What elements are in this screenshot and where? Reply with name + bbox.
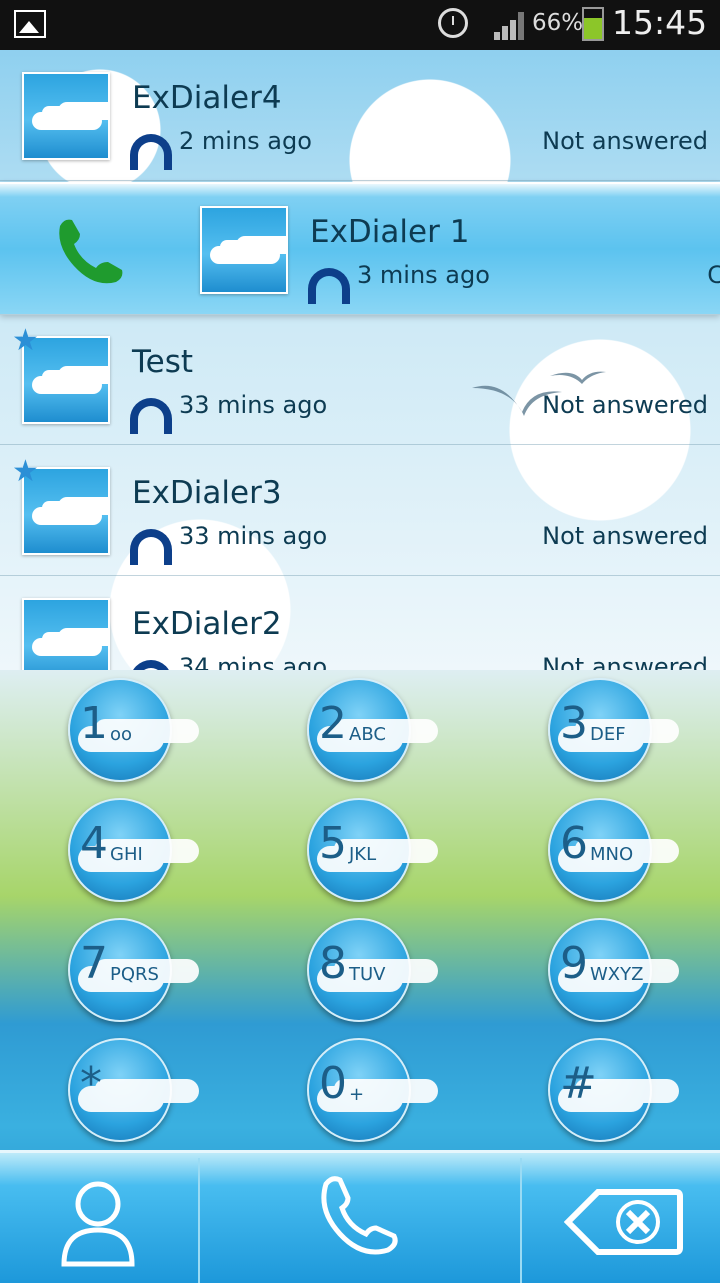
contact-name: ExDialer4	[132, 80, 282, 116]
key-star[interactable]: *	[68, 1038, 172, 1142]
contact-avatar[interactable]	[22, 598, 110, 670]
contact-name: ExDialer3	[132, 475, 282, 511]
signal-icon	[494, 12, 528, 40]
favorite-star-icon: ★	[12, 323, 39, 358]
missed-call-icon	[130, 398, 172, 434]
key-2[interactable]: 2 ABC	[307, 678, 411, 782]
call-log-item[interactable]: ExDialer4 2 mins ago Not answered	[0, 50, 720, 181]
key-7[interactable]: 7 PQRS	[68, 918, 172, 1022]
key-8[interactable]: 8 TUV	[307, 918, 411, 1022]
missed-call-icon	[130, 660, 172, 670]
bottom-action-bar	[0, 1150, 720, 1283]
contacts-button[interactable]	[0, 1158, 196, 1283]
call-time: 3 mins ago	[357, 261, 490, 289]
backspace-icon	[564, 1189, 683, 1255]
contact-name: Test	[132, 344, 194, 380]
call-time: 34 mins ago	[179, 653, 328, 670]
call-log-list[interactable]: ExDialer4 2 mins ago Not answered ExDial…	[0, 50, 720, 670]
contacts-icon	[61, 1181, 135, 1267]
key-0[interactable]: 0 +	[307, 1038, 411, 1142]
call-log-item[interactable]: ★ Test 33 mins ago Not answered	[0, 314, 720, 445]
key-9[interactable]: 9 WXYZ	[548, 918, 652, 1022]
call-time: 33 mins ago	[179, 522, 328, 550]
call-status: C	[707, 261, 720, 289]
battery-icon	[582, 7, 604, 41]
missed-call-icon	[130, 134, 172, 170]
key-1[interactable]: 1 oo	[68, 678, 172, 782]
image-notification-icon	[14, 10, 46, 38]
call-status: Not answered	[542, 391, 708, 419]
voicemail-icon: oo	[110, 724, 133, 745]
contact-name: ExDialer 1	[310, 214, 470, 250]
backspace-button[interactable]	[524, 1158, 720, 1283]
alarm-icon	[438, 8, 468, 38]
key-hash[interactable]: #	[548, 1038, 652, 1142]
contact-avatar[interactable]	[200, 206, 288, 294]
call-icon	[321, 1176, 398, 1255]
contact-avatar[interactable]	[22, 72, 110, 160]
call-button[interactable]	[198, 1158, 522, 1283]
call-status: Not answered	[542, 522, 708, 550]
call-green-icon[interactable]	[50, 212, 130, 292]
call-log-item[interactable]: ExDialer2 34 mins ago Not answered	[0, 576, 720, 670]
call-log-item-swiped[interactable]: ExDialer 1 3 mins ago C	[0, 182, 720, 315]
battery-percent: 66%	[532, 10, 584, 36]
call-time: 2 mins ago	[179, 127, 312, 155]
key-6[interactable]: 6 MNO	[548, 798, 652, 902]
status-bar: 66% 15:45	[0, 0, 720, 50]
clock: 15:45	[612, 3, 708, 42]
key-5[interactable]: 5 JKL	[307, 798, 411, 902]
call-time: 33 mins ago	[179, 391, 328, 419]
missed-call-icon	[308, 268, 350, 304]
key-4[interactable]: 4 GHI	[68, 798, 172, 902]
key-3[interactable]: 3 DEF	[548, 678, 652, 782]
missed-call-icon	[130, 529, 172, 565]
contact-name: ExDialer2	[132, 606, 282, 642]
favorite-star-icon: ★	[12, 454, 39, 489]
call-log-item[interactable]: ★ ExDialer3 33 mins ago Not answered	[0, 445, 720, 576]
call-status: Not answered	[542, 127, 708, 155]
call-status: Not answered	[542, 653, 708, 670]
dial-keypad: 1 oo 2 ABC 3 DEF 4 GHI 5 JKL 6 MNO 7 PQRS 8 TUV …	[0, 670, 720, 1150]
